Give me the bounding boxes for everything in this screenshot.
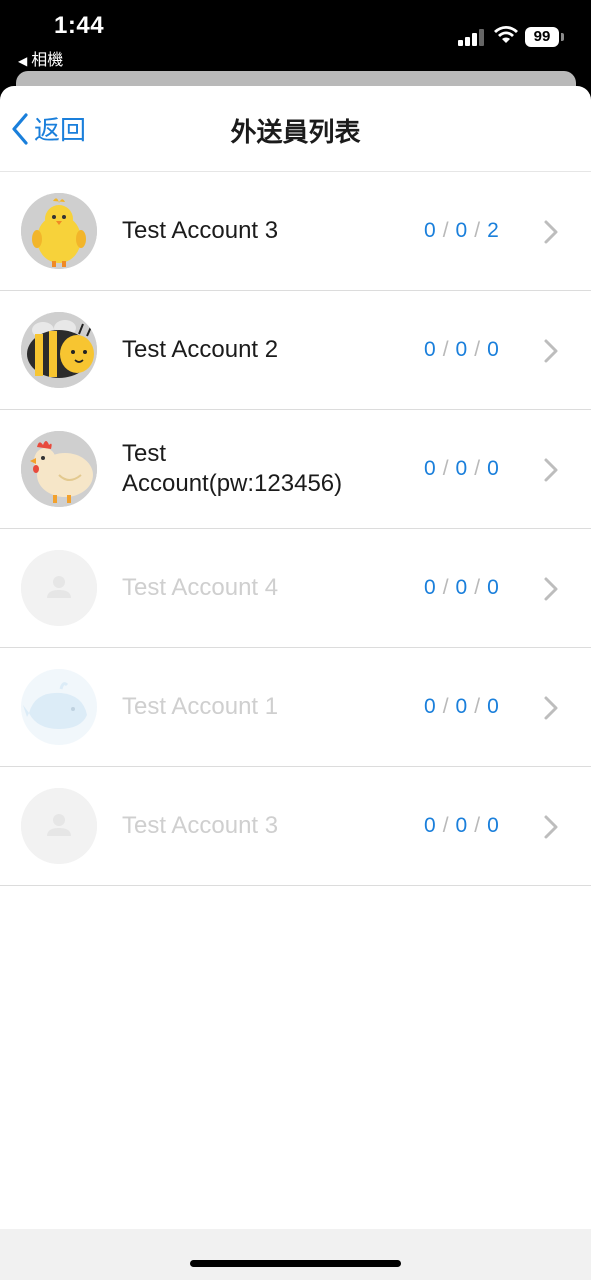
default-user-icon	[21, 788, 97, 864]
count-separator: /	[442, 814, 449, 837]
courier-order-counts: 0 / 0 / 0	[424, 410, 499, 528]
chevron-right-icon	[544, 220, 558, 244]
courier-row[interactable]: Test Account 3 0 / 0 / 2	[0, 172, 591, 291]
chevron-right-icon	[544, 458, 558, 482]
count-value: 0	[455, 576, 468, 599]
default-user-icon	[21, 550, 97, 626]
count-value: 0	[455, 457, 468, 480]
courier-order-counts: 0 / 0 / 0	[424, 767, 499, 885]
courier-name: Test Account 4	[122, 574, 279, 601]
count-value: 0	[424, 338, 436, 361]
count-value: 0	[455, 695, 468, 718]
count-value: 0	[487, 695, 499, 718]
courier-order-counts: 0 / 0 / 0	[424, 529, 499, 647]
count-value: 0	[487, 576, 499, 599]
courier-row[interactable]: Test Account 1 0 / 0 / 0	[0, 648, 591, 767]
count-separator: /	[474, 457, 481, 480]
navigation-bar: 返回 外送員列表	[0, 86, 591, 172]
courier-name: Test Account 3	[122, 812, 279, 839]
count-value: 0	[424, 576, 436, 599]
count-value: 0	[424, 695, 436, 718]
battery-tip	[561, 33, 564, 41]
count-value: 0	[424, 814, 436, 837]
status-bar: 1:44 ◀ 相機 99	[0, 0, 591, 70]
home-indicator[interactable]	[190, 1260, 401, 1267]
count-value: 0	[487, 457, 499, 480]
count-separator: /	[474, 695, 481, 718]
back-triangle-icon: ◀	[18, 54, 28, 68]
count-value: 0	[424, 219, 436, 242]
count-value: 0	[487, 338, 499, 361]
bottom-safe-area	[0, 1229, 591, 1280]
count-separator: /	[442, 695, 449, 718]
courier-row[interactable]: Test Account 3 0 / 0 / 0	[0, 767, 591, 886]
wifi-icon	[494, 26, 518, 43]
courier-name: Test Account 1	[122, 693, 279, 720]
courier-list: Test Account 3 0 / 0 / 2 Test Account 2 0 / …	[0, 172, 591, 886]
cellular-signal-icon	[458, 28, 488, 46]
chevron-right-icon	[544, 339, 558, 363]
whale-icon	[21, 669, 97, 745]
bee-icon	[21, 312, 97, 388]
courier-order-counts: 0 / 0 / 2	[424, 172, 499, 290]
courier-name: Test Account 2	[122, 336, 279, 363]
count-separator: /	[442, 219, 449, 242]
courier-row[interactable]: Test Account 2 0 / 0 / 0	[0, 291, 591, 410]
courier-row[interactable]: Test Account(pw:123456) 0 / 0 / 0	[0, 410, 591, 529]
chick-icon	[21, 193, 97, 269]
count-value: 0	[455, 219, 468, 242]
chevron-right-icon	[544, 577, 558, 601]
courier-row[interactable]: Test Account 4 0 / 0 / 0	[0, 529, 591, 648]
back-to-app-link[interactable]: ◀ 相機	[18, 46, 63, 70]
count-separator: /	[474, 338, 481, 361]
battery-icon: 99	[525, 27, 559, 47]
status-time: 1:44	[54, 12, 105, 39]
count-separator: /	[442, 338, 449, 361]
count-separator: /	[474, 576, 481, 599]
chevron-right-icon	[544, 696, 558, 720]
back-app-label: 相機	[31, 52, 64, 69]
count-value: 0	[424, 457, 436, 480]
courier-order-counts: 0 / 0 / 0	[424, 648, 499, 766]
chevron-right-icon	[544, 815, 558, 839]
count-separator: /	[442, 457, 449, 480]
courier-order-counts: 0 / 0 / 0	[424, 291, 499, 409]
count-value: 0	[487, 814, 499, 837]
count-value: 2	[487, 219, 499, 242]
courier-list-sheet: 返回 外送員列表 Test Account 3 0 / 0 / 2 Test Accou…	[0, 86, 591, 1280]
courier-name: Test Account(pw:123456)	[122, 440, 343, 497]
count-separator: /	[474, 219, 481, 242]
count-separator: /	[474, 814, 481, 837]
count-separator: /	[442, 576, 449, 599]
courier-name: Test Account 3	[122, 217, 279, 244]
page-title: 外送員列表	[230, 117, 361, 147]
count-value: 0	[455, 814, 468, 837]
count-value: 0	[455, 338, 468, 361]
chicken-icon	[21, 431, 97, 507]
